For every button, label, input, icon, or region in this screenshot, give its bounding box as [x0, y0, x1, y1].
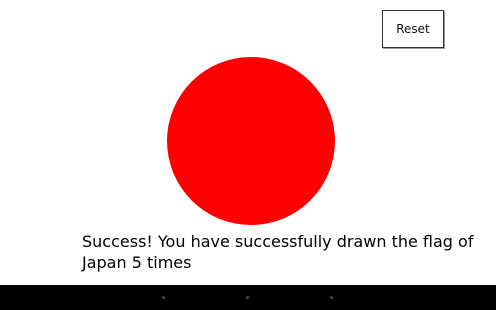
red-sun-circle	[167, 57, 335, 225]
recent-apps-icon[interactable]	[330, 296, 333, 299]
reset-button[interactable]: Reset	[382, 10, 444, 48]
back-icon[interactable]	[162, 296, 165, 299]
home-icon[interactable]	[246, 296, 249, 299]
drawing-canvas[interactable]: Reset Success! You have successfully dra…	[0, 0, 496, 285]
system-navigation-bar	[0, 285, 496, 310]
success-message: Success! You have successfully drawn the…	[82, 232, 474, 272]
